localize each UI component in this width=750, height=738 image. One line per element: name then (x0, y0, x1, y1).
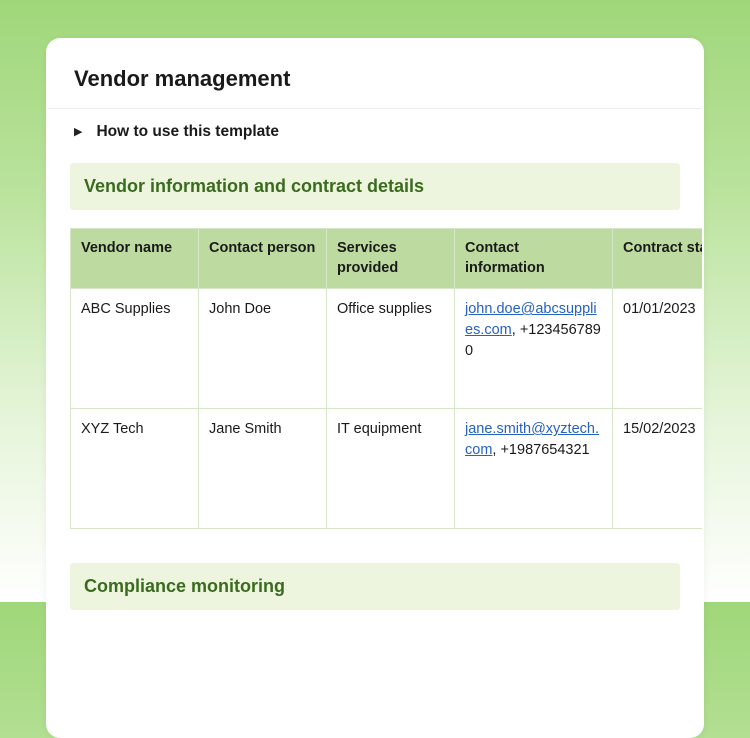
cell-services: IT equipment (327, 409, 455, 529)
section-title: Compliance monitoring (84, 576, 666, 597)
th-contact-info: Contact information (455, 229, 613, 289)
cell-contact-person: Jane Smith (199, 409, 327, 529)
th-services: Services provided (327, 229, 455, 289)
cell-vendor-name: XYZ Tech (71, 409, 199, 529)
cell-contract-start: 01/01/2023 (613, 289, 703, 409)
cell-contact-info: john.doe@abcsupplies.com, +1234567890 (455, 289, 613, 409)
vendor-table-wrap: Vendor name Contact person Services prov… (70, 228, 702, 529)
th-vendor-name: Vendor name (71, 229, 199, 289)
cell-vendor-name: ABC Supplies (71, 289, 199, 409)
howto-label: How to use this template (96, 123, 279, 141)
phone-text: +1987654321 (500, 442, 589, 458)
table-header-row: Vendor name Contact person Services prov… (71, 229, 703, 289)
section-header-compliance: Compliance monitoring (70, 563, 680, 610)
cell-contact-info: jane.smith@xyztech.com, +1987654321 (455, 409, 613, 529)
cell-services: Office supplies (327, 289, 455, 409)
howto-toggle[interactable]: ▶ How to use this template (48, 123, 702, 163)
table-row: XYZ Tech Jane Smith IT equipment jane.sm… (71, 409, 703, 529)
th-contact-person: Contact person (199, 229, 327, 289)
section-title: Vendor information and contract details (84, 176, 666, 197)
cell-contract-start: 15/02/2023 (613, 409, 703, 529)
section-header-vendor-info: Vendor information and contract details (70, 163, 680, 210)
th-contract-start: Contract start date (613, 229, 703, 289)
table-row: ABC Supplies John Doe Office supplies jo… (71, 289, 703, 409)
divider (48, 108, 702, 109)
page-title: Vendor management (48, 62, 702, 108)
caret-right-icon: ▶ (74, 127, 82, 138)
vendor-table: Vendor name Contact person Services prov… (70, 228, 702, 529)
cell-contact-person: John Doe (199, 289, 327, 409)
document-card: Vendor management ▶ How to use this temp… (46, 38, 704, 738)
separator: , (512, 322, 520, 338)
